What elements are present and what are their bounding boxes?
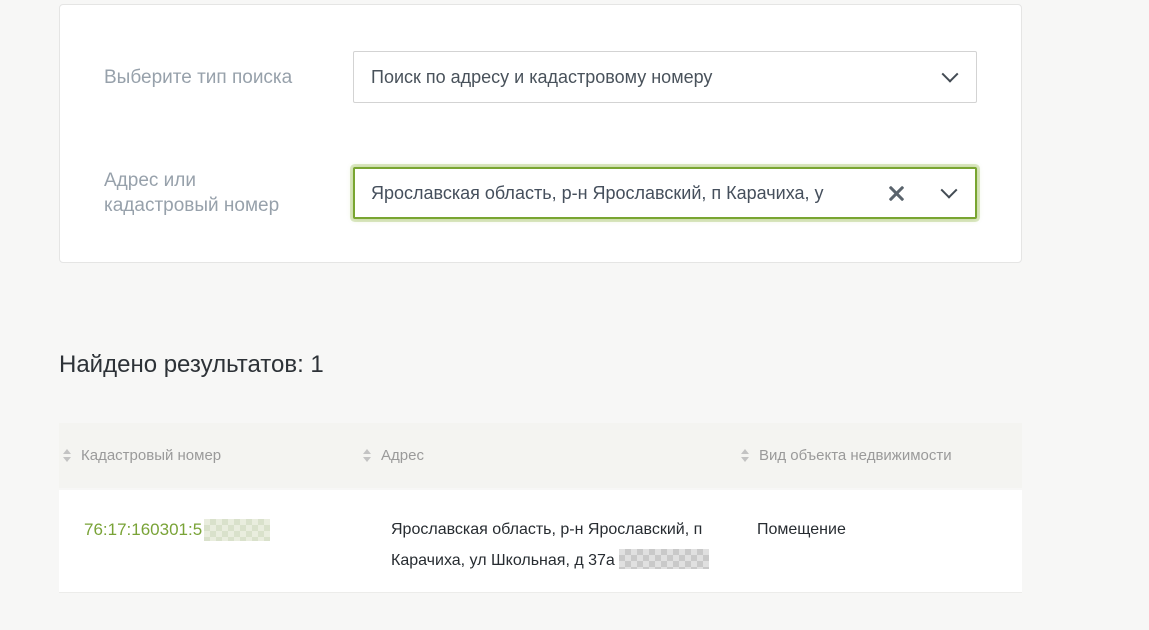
chevron-down-icon [942,66,959,83]
cadastral-number-link[interactable]: 76:17:160301:5 [84,514,270,545]
column-header-cadastral-number[interactable]: Кадастровый номер [59,447,359,464]
results-table-header: Кадастровый номер Адрес Вид объекта недв… [59,423,1022,488]
column-header-label: Адрес [381,447,424,464]
column-header-address[interactable]: Адрес [359,447,737,464]
sort-icon [63,449,71,462]
object-type-text: Помещение [757,521,846,538]
column-header-label: Вид объекта недвижимости [759,447,952,464]
sort-icon [741,449,749,462]
address-label: Адрес или кадастровый номер [60,168,353,218]
search-type-label: Выберите тип поиска [60,65,353,90]
clear-icon[interactable] [888,185,905,202]
search-type-row: Выберите тип поиска Поиск по адресу и ка… [60,51,1021,103]
address-input[interactable]: Ярославская область, р-н Ярославский, п … [353,167,977,219]
cadastral-number-text: 76:17:160301:5 [84,514,202,545]
column-header-label: Кадастровый номер [81,447,221,464]
search-type-selected-value: Поиск по адресу и кадастровому номеру [371,67,944,88]
results-table: Кадастровый номер Адрес Вид объекта недв… [59,423,1022,593]
sort-icon [363,449,371,462]
column-header-object-type[interactable]: Вид объекта недвижимости [737,447,1022,464]
results-count-heading: Найдено результатов: 1 [59,351,324,379]
search-panel: Выберите тип поиска Поиск по адресу и ка… [59,4,1022,263]
address-row: Адрес или кадастровый номер Ярославская … [60,167,1021,219]
search-type-select[interactable]: Поиск по адресу и кадастровому номеру [353,51,977,103]
redacted-block [619,549,709,569]
redacted-block [204,519,270,541]
table-row: 76:17:160301:5 Ярославская область, р-н … [59,490,1022,593]
cell-object-type: Помещение [737,490,1022,592]
address-input-value: Ярославская область, р-н Ярославский, п … [371,183,888,204]
chevron-down-icon [941,182,958,199]
cell-cadastral-number: 76:17:160301:5 [59,490,359,592]
address-text-wrap: Ярославская область, р-н Ярославский, п … [391,514,721,576]
cell-address: Ярославская область, р-н Ярославский, п … [359,490,737,592]
